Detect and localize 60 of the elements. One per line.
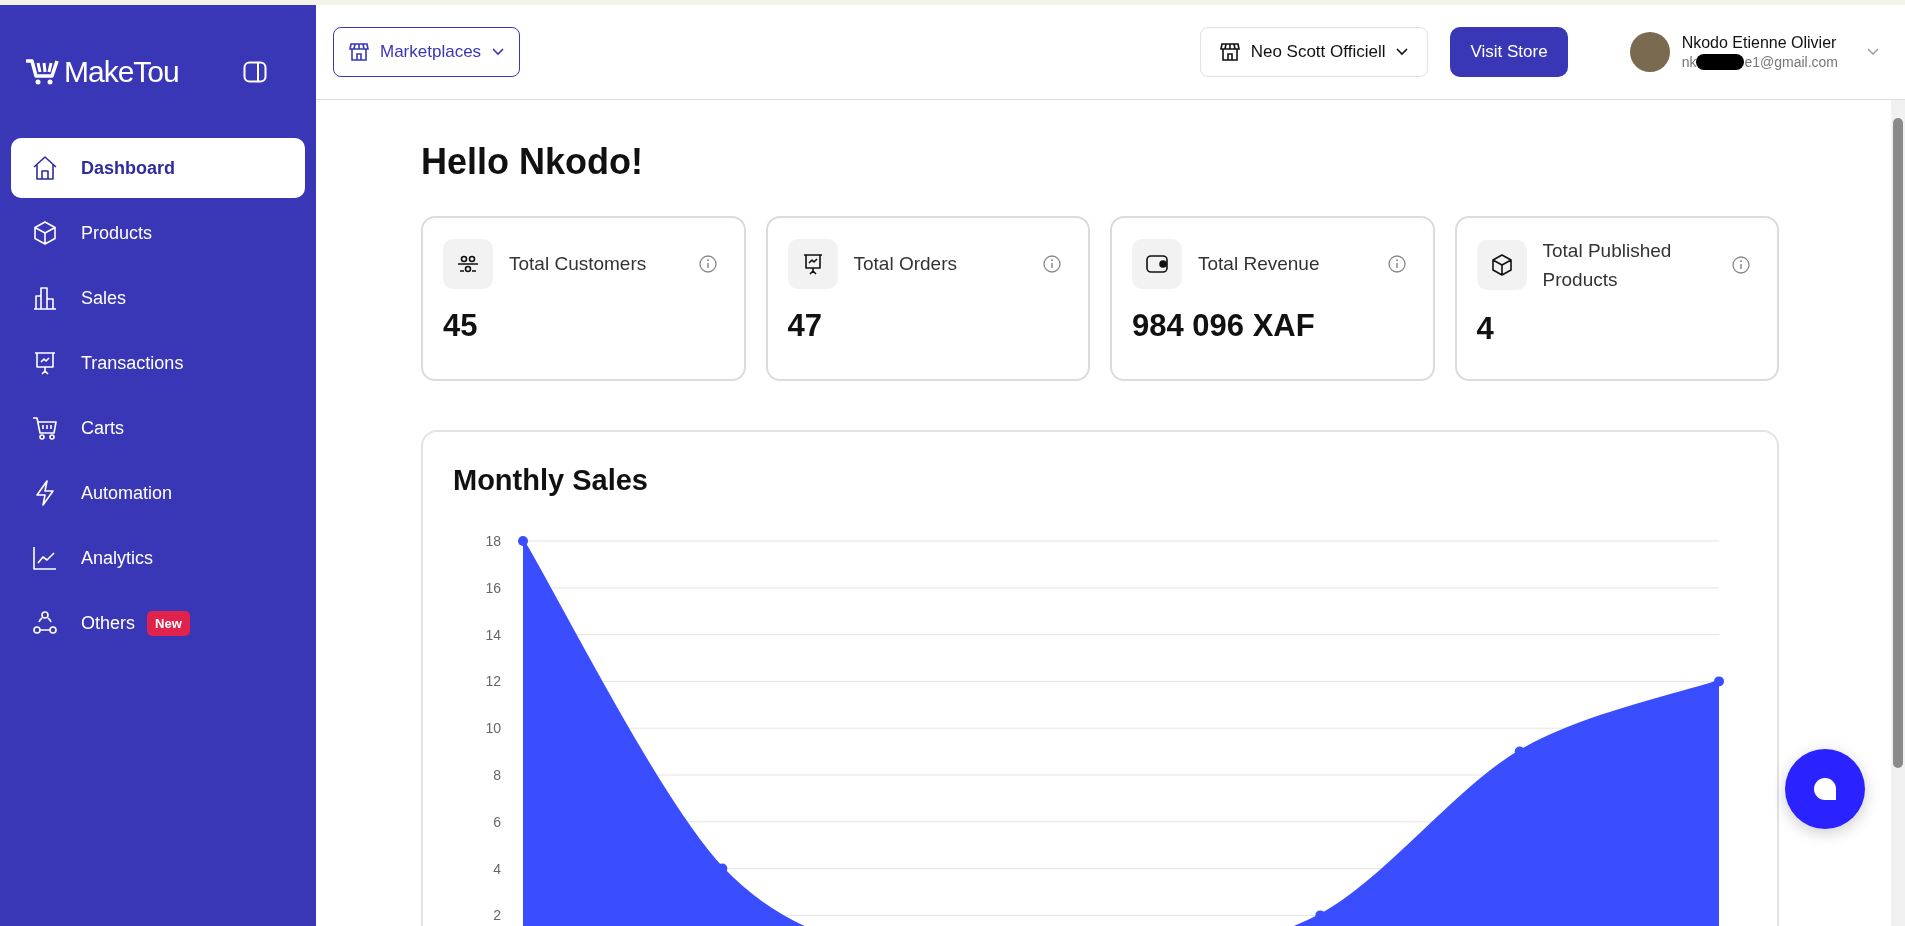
data-point	[717, 863, 728, 874]
y-axis-label: 6	[493, 813, 501, 830]
email-text: nk	[1681, 54, 1697, 70]
chevron-down-icon	[491, 47, 506, 57]
nav-item[interactable]: Transactions	[11, 333, 305, 393]
stat-value: 47	[787, 308, 823, 344]
redaction-mark	[1696, 54, 1745, 70]
email-text: e1@gmail.com	[1744, 54, 1838, 70]
stat-label: Total Orders	[853, 252, 958, 277]
info-icon[interactable]	[697, 254, 718, 274]
bar-chart-icon	[31, 284, 59, 312]
nav-item[interactable]: Sales	[11, 268, 305, 328]
data-point	[1714, 676, 1724, 687]
store-dropdown[interactable]: Neo Scott Officiell	[1199, 27, 1429, 77]
user-name: Nkodo Etienne Olivier	[1681, 34, 1838, 52]
y-axis-label: 4	[493, 860, 501, 877]
visit-store-button[interactable]: Visit Store	[1450, 27, 1568, 77]
chevron-down-icon	[1395, 47, 1410, 57]
sidebar-toggle-icon[interactable]	[243, 60, 267, 83]
nav-item[interactable]: Carts	[11, 398, 305, 458]
store-icon	[348, 41, 370, 63]
cart-logo-icon	[24, 57, 60, 86]
marketplaces-dropdown[interactable]: Marketplaces	[333, 27, 521, 77]
scrollbar[interactable]	[1891, 100, 1905, 926]
store-icon	[1218, 41, 1241, 63]
stat-value: 984 096 XAF	[1132, 308, 1316, 344]
y-axis-label: 18	[485, 533, 501, 549]
info-icon[interactable]	[1386, 254, 1407, 274]
home-icon	[31, 154, 59, 182]
stat-label: Total Customers	[509, 252, 648, 277]
data-point	[518, 536, 528, 546]
greeting-heading: Hello Nkodo!	[421, 141, 644, 183]
stat-label: Total Revenue	[1198, 252, 1321, 277]
chat-button[interactable]	[1785, 749, 1865, 829]
stat-value: 45	[443, 308, 479, 344]
y-axis-label: 12	[485, 673, 501, 690]
nav-item[interactable]: Products	[11, 203, 305, 263]
y-axis-label: 16	[485, 579, 501, 596]
y-axis-label: 14	[485, 626, 501, 643]
chat-bubble-icon	[1811, 775, 1839, 803]
network-icon	[31, 609, 59, 637]
stat-label: Total Published Products	[1542, 239, 1673, 293]
info-icon[interactable]	[1731, 255, 1751, 276]
avatar[interactable]	[1629, 32, 1670, 72]
y-axis-label: 2	[493, 907, 501, 924]
line-chart-icon	[31, 544, 59, 572]
chevron-down-icon[interactable]	[1866, 47, 1880, 57]
nav-item[interactable]: Analytics	[11, 528, 305, 588]
cube-icon	[31, 219, 59, 247]
nav-item[interactable]: Automation	[11, 463, 305, 523]
nav-item[interactable]: Dashboard	[11, 138, 305, 198]
cart-icon	[31, 414, 59, 442]
chart-title: Monthly Sales	[453, 464, 649, 497]
stat-value: 4	[1476, 310, 1495, 347]
nav-item[interactable]: Others New	[11, 593, 305, 653]
y-axis-label: 10	[485, 720, 501, 737]
new-badge: New	[147, 610, 190, 636]
y-axis-label: 8	[493, 767, 501, 783]
info-icon[interactable]	[1042, 254, 1062, 274]
logo[interactable]: MakeTou	[24, 54, 179, 89]
